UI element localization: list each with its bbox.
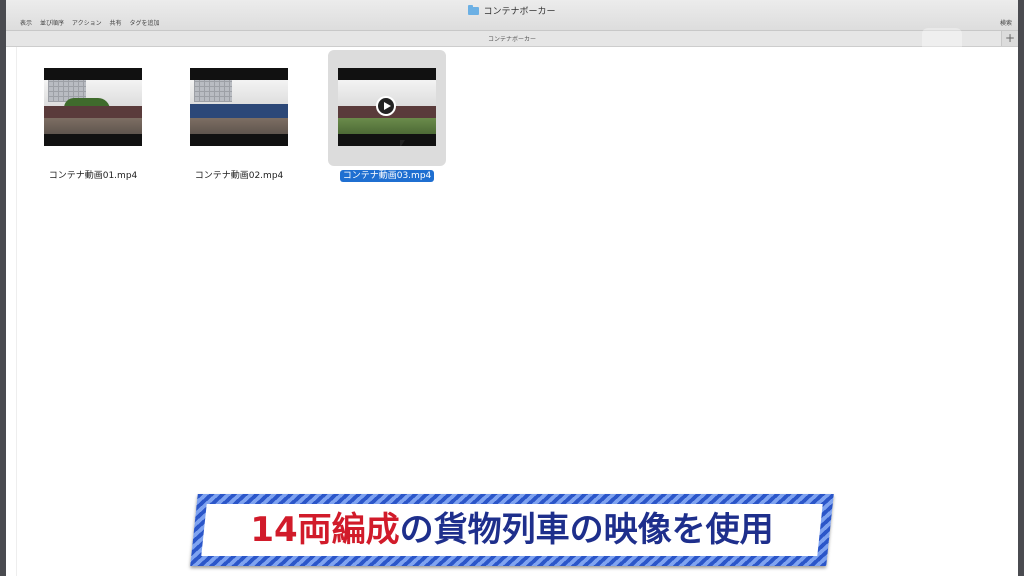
- thumbnail-frame: [180, 50, 298, 166]
- caption-text: 14両編成の貨物列車の映像を使用: [194, 494, 830, 566]
- thumbnail-frame: [34, 50, 152, 166]
- search-button[interactable]: 検索: [1000, 18, 1012, 27]
- file-item[interactable]: コンテナ動画01.mp4: [34, 50, 152, 190]
- caption-highlight: 14両編成: [250, 510, 400, 550]
- toolbar-action-button[interactable]: アクション: [72, 20, 102, 27]
- mouse-cursor-icon: [400, 140, 405, 146]
- channel-watermark-icon: [922, 28, 962, 66]
- window-title: コンテナボーカー: [6, 4, 1018, 17]
- video-thumbnail: [44, 68, 142, 146]
- thumbnail-frame: [328, 50, 446, 166]
- toolbar-add-tag-button[interactable]: タグを追加: [129, 20, 159, 27]
- caption-body: の貨物列車の映像を使用: [399, 510, 774, 550]
- toolbar-view-button[interactable]: 表示: [20, 20, 32, 27]
- toolbar-share-button[interactable]: 共有: [110, 20, 122, 27]
- file-name[interactable]: コンテナ動画03.mp4: [318, 168, 456, 182]
- toolbar-sort-button[interactable]: 並び順序: [40, 20, 64, 27]
- tab-bar: コンテナボーカー +: [6, 31, 1018, 47]
- window-title-text: コンテナボーカー: [483, 7, 556, 17]
- file-item-selected[interactable]: コンテナ動画03.mp4: [328, 50, 446, 190]
- window-edge: [6, 47, 17, 576]
- file-name[interactable]: コンテナ動画01.mp4: [24, 168, 162, 181]
- folder-icon: [468, 5, 480, 15]
- title-bar: コンテナボーカー 表示 並び順序 アクション 共有 タグを追加 検索: [6, 0, 1018, 31]
- file-item[interactable]: コンテナ動画02.mp4: [180, 50, 298, 190]
- add-tab-button[interactable]: +: [1001, 31, 1018, 46]
- play-icon[interactable]: [376, 96, 396, 116]
- file-name[interactable]: コンテナ動画02.mp4: [170, 168, 308, 181]
- tab-current[interactable]: コンテナボーカー: [6, 34, 1018, 43]
- video-thumbnail: [190, 68, 288, 146]
- finder-window: コンテナボーカー 表示 並び順序 アクション 共有 タグを追加 検索 コンテナボ…: [6, 0, 1018, 576]
- video-thumbnail: [338, 68, 436, 146]
- toolbar: 表示 並び順序 アクション 共有 タグを追加: [20, 18, 165, 27]
